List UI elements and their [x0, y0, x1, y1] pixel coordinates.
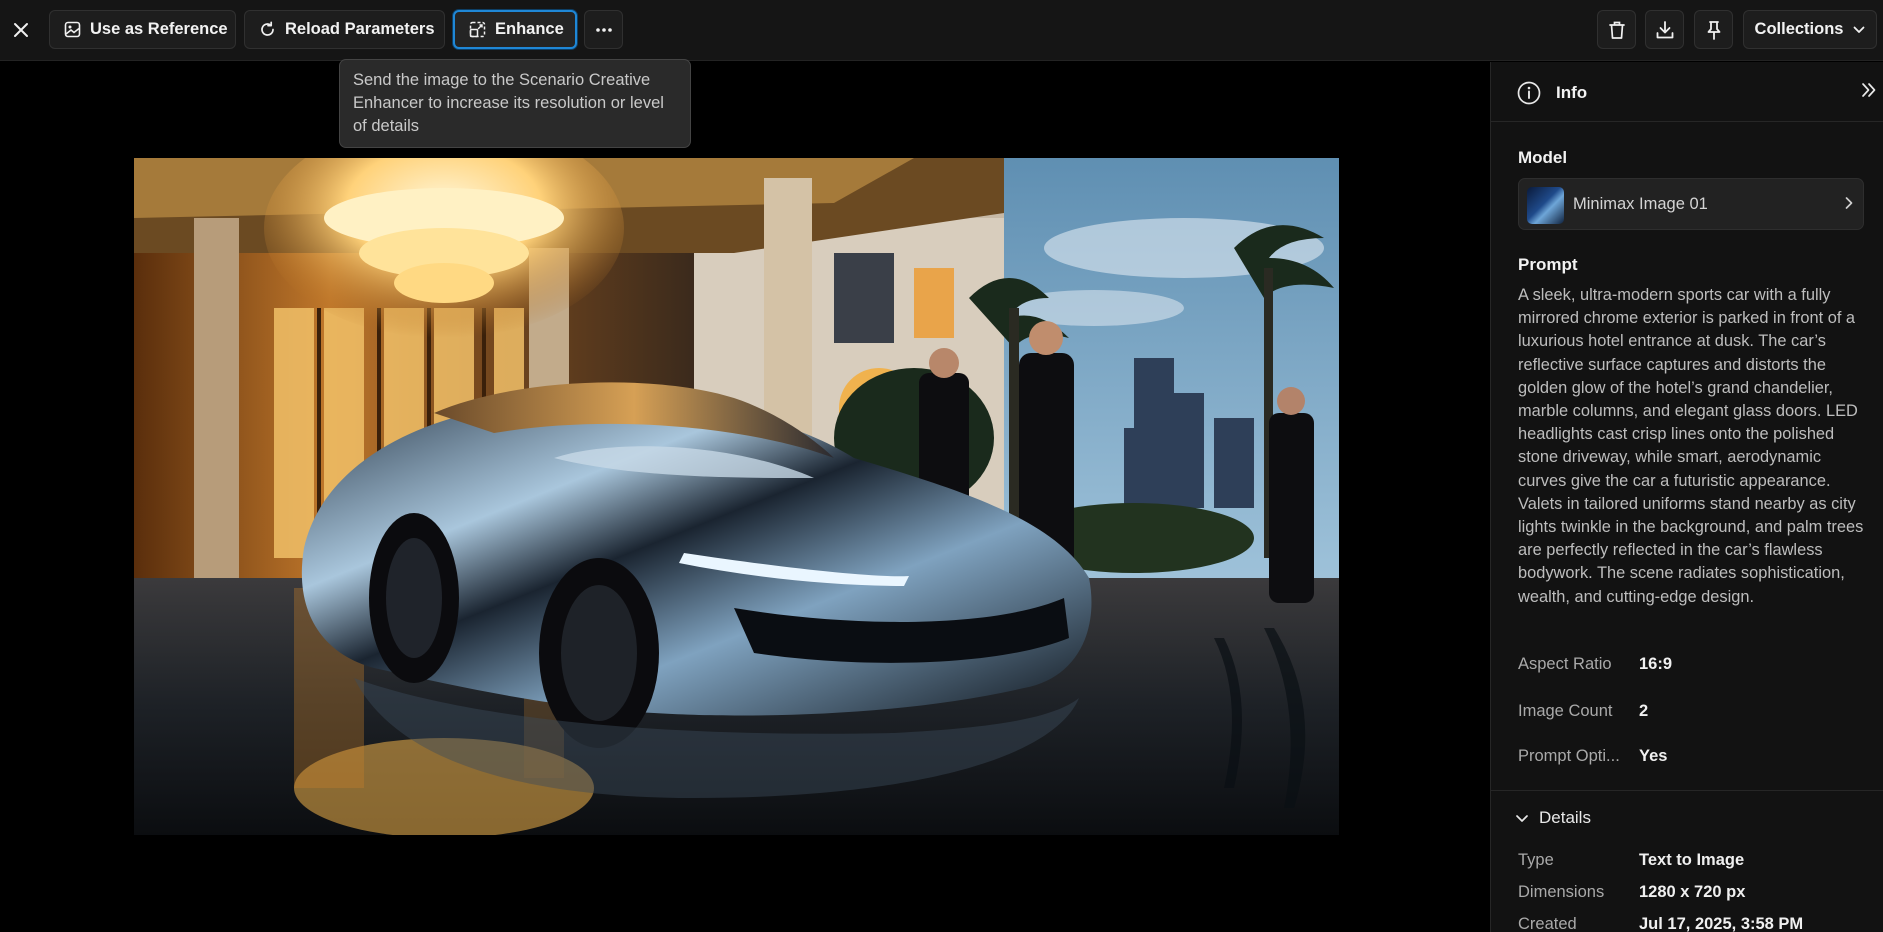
model-thumbnail [1527, 187, 1564, 224]
download-icon [1656, 20, 1673, 38]
chevron-right-icon [1845, 197, 1853, 209]
use-as-reference-label: Use as Reference [90, 20, 228, 38]
image-count-value: 2 [1639, 702, 1649, 720]
more-icon [595, 27, 612, 32]
enhance-tooltip: Send the image to the Scenario Creative … [339, 59, 691, 148]
close-button[interactable] [8, 13, 34, 47]
top-toolbar: Use as Reference Reload Parameters Enhan… [0, 0, 1883, 61]
enhance-icon [469, 21, 486, 38]
collections-label: Collections [1754, 20, 1844, 38]
created-value: Jul 17, 2025, 3:58 PM [1639, 915, 1804, 932]
generated-image-art [134, 158, 1339, 835]
collections-dropdown[interactable]: Collections [1743, 10, 1877, 49]
type-label: Type [1518, 851, 1554, 869]
type-value: Text to Image [1639, 851, 1745, 869]
aspect-ratio-label: Aspect Ratio [1518, 655, 1612, 673]
prompt-section-label: Prompt [1518, 255, 1578, 274]
delete-button[interactable] [1597, 10, 1636, 49]
close-icon [14, 23, 28, 37]
prompt-text: A sleek, ultra-modern sports car with a … [1518, 286, 1864, 606]
reload-icon [261, 21, 274, 36]
info-panel: Info Model Minimax Image 01 Prompt A sle… [1490, 62, 1883, 932]
image-count-label: Image Count [1518, 702, 1613, 720]
enhance-button[interactable]: Enhance [453, 10, 577, 49]
model-section-label: Model [1518, 148, 1568, 167]
aspect-ratio-value: 16:9 [1639, 655, 1673, 673]
use-as-reference-button[interactable]: Use as Reference [49, 10, 236, 49]
dimensions-label: Dimensions [1518, 883, 1605, 901]
chevron-down-icon [1854, 26, 1865, 33]
prompt-optimization-label: Prompt Opti... [1518, 747, 1620, 765]
info-panel-title: Info [1556, 83, 1588, 102]
image-icon [64, 21, 81, 38]
panel-divider [1491, 790, 1883, 791]
info-panel-header: Info [1491, 62, 1883, 122]
chevron-down-icon [1516, 814, 1528, 822]
trash-icon [1608, 21, 1625, 39]
dimensions-value: 1280 x 720 px [1639, 883, 1746, 901]
created-label: Created [1518, 915, 1577, 932]
pin-button[interactable] [1694, 10, 1733, 49]
pin-icon [1707, 20, 1720, 40]
model-card[interactable]: Minimax Image 01 [1518, 178, 1864, 230]
enhance-tooltip-text: Send the image to the Scenario Creative … [353, 71, 664, 135]
generated-image[interactable] [134, 158, 1339, 835]
reload-parameters-label: Reload Parameters [285, 20, 435, 38]
more-options-button[interactable] [584, 10, 623, 49]
model-name: Minimax Image 01 [1573, 195, 1708, 213]
reload-parameters-button[interactable]: Reload Parameters [244, 10, 445, 49]
double-chevron-right-icon[interactable] [1861, 82, 1877, 98]
info-icon [1517, 81, 1541, 105]
prompt-optimization-value: Yes [1639, 747, 1668, 765]
download-button[interactable] [1645, 10, 1684, 49]
details-label: Details [1539, 808, 1591, 827]
details-toggle[interactable]: Details [1515, 808, 1591, 828]
enhance-label: Enhance [495, 20, 564, 38]
